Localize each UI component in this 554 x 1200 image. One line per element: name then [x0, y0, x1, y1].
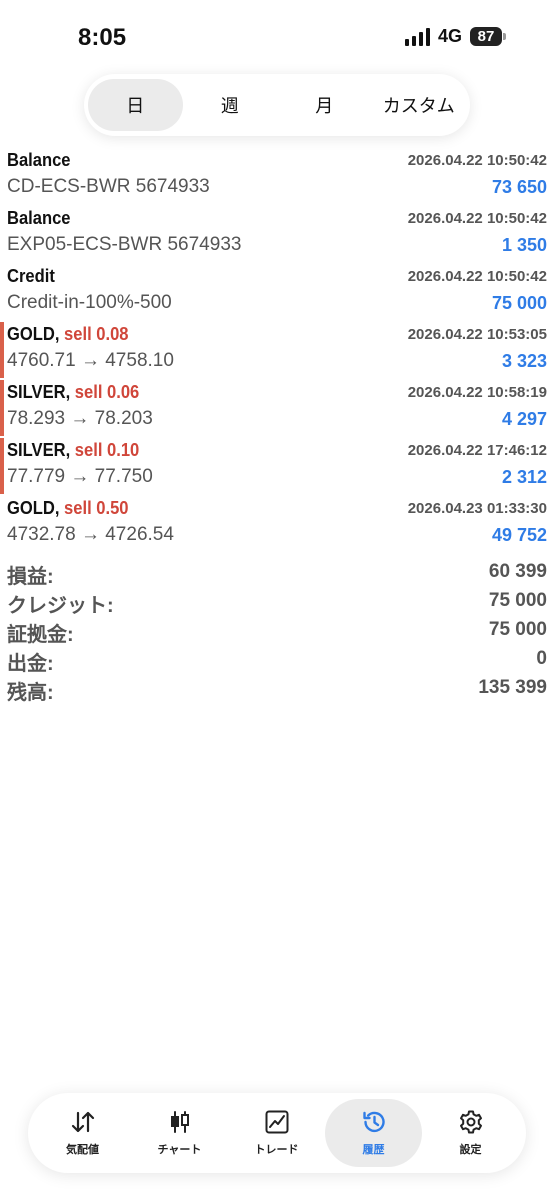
sell-action: sell 0.50 [64, 498, 129, 518]
sell-action: sell 0.10 [74, 440, 140, 460]
tab-day[interactable]: 日 [88, 79, 183, 131]
row-amount: 4 297 [501, 409, 547, 429]
summary-value: 135 399 [478, 677, 547, 698]
sell-action: sell 0.06 [74, 382, 140, 402]
status-indicators: 4G 87 [404, 26, 506, 47]
summary-value: 60 399 [488, 561, 547, 582]
row-amount: 1 350 [501, 235, 547, 255]
bottom-nav: 気配値 チャート トレード 履歴 設定 [28, 1093, 526, 1173]
tab-custom[interactable]: カスタム [372, 79, 467, 131]
nav-label: 設定 [459, 1144, 482, 1156]
row-title: Balance [7, 208, 71, 228]
summary-profit: 損益: 60 399 [0, 560, 554, 589]
cellular-signal-icon [404, 27, 430, 46]
summary-value: 0 [536, 648, 547, 669]
nav-settings[interactable]: 設定 [422, 1099, 519, 1167]
history-row[interactable]: GOLD, sell 0.08 2026.04.22 10:53:05 4760… [0, 320, 554, 378]
summary-value: 75 000 [488, 619, 547, 640]
history-row[interactable]: GOLD, sell 0.50 2026.04.23 01:33:30 4732… [0, 494, 554, 552]
row-detail: 78.293 → 78.203 [7, 408, 153, 429]
row-amount: 73 650 [491, 177, 547, 197]
row-datetime: 2026.04.22 10:50:42 [407, 210, 547, 227]
summary-section: 損益: 60 399 クレジット: 75 000 証拠金: 75 000 出金:… [0, 560, 554, 705]
row-datetime: 2026.04.22 10:50:42 [407, 268, 547, 285]
row-detail: Credit-in-100%-500 [7, 292, 172, 313]
summary-value: 75 000 [488, 590, 547, 611]
row-datetime: 2026.04.22 10:53:05 [407, 326, 547, 343]
row-amount: 3 323 [501, 351, 547, 371]
row-datetime: 2026.04.22 10:50:42 [407, 152, 547, 169]
status-bar: 8:05 4G 87 [0, 0, 554, 72]
nav-label: トレード [254, 1144, 299, 1156]
row-datetime: 2026.04.23 01:33:30 [407, 500, 547, 517]
row-datetime: 2026.04.22 17:46:12 [407, 442, 547, 459]
summary-label: 損益: [7, 566, 54, 588]
nav-label: 履歴 [362, 1144, 385, 1156]
row-detail: CD-ECS-BWR 5674933 [7, 176, 210, 197]
summary-credit: クレジット: 75 000 [0, 589, 554, 618]
row-amount: 49 752 [491, 525, 547, 545]
summary-deposit: 証拠金: 75 000 [0, 618, 554, 647]
nav-label: 気配値 [66, 1144, 99, 1156]
history-row[interactable]: SILVER, sell 0.06 2026.04.22 10:58:19 78… [0, 378, 554, 436]
row-title: Credit [7, 266, 55, 286]
candlestick-chart-icon [170, 1111, 189, 1133]
nav-trade[interactable]: トレード [228, 1099, 325, 1167]
nav-label: チャート [157, 1144, 202, 1156]
row-detail: EXP05-ECS-BWR 5674933 [7, 234, 242, 255]
nav-quotes[interactable]: 気配値 [34, 1099, 131, 1167]
row-detail: 4760.71 → 4758.10 [7, 350, 174, 371]
row-title: SILVER, sell 0.10 [7, 440, 140, 460]
status-time: 8:05 [78, 24, 127, 51]
row-detail: 77.779 → 77.750 [7, 466, 153, 487]
row-title: GOLD, sell 0.50 [7, 498, 129, 518]
history-list: Balance 2026.04.22 10:50:42 CD-ECS-BWR 5… [0, 146, 554, 552]
summary-withdrawal: 出金: 0 [0, 647, 554, 676]
network-type: 4G [437, 26, 462, 46]
history-clock-icon [362, 1111, 385, 1133]
row-title: Balance [7, 150, 71, 170]
nav-history[interactable]: 履歴 [325, 1099, 422, 1167]
row-title: GOLD, sell 0.08 [7, 324, 129, 344]
summary-label: 残高: [7, 682, 54, 704]
summary-label: 出金: [7, 653, 54, 675]
history-row[interactable]: Balance 2026.04.22 10:50:42 EXP05-ECS-BW… [0, 204, 554, 262]
trade-chart-icon [265, 1110, 288, 1134]
gear-icon [459, 1110, 482, 1134]
summary-label: 証拠金: [7, 624, 74, 646]
nav-chart[interactable]: チャート [131, 1099, 228, 1167]
quotes-arrows-icon [71, 1111, 94, 1133]
row-amount: 2 312 [501, 467, 547, 487]
sell-action: sell 0.08 [64, 324, 129, 344]
tab-month[interactable]: 月 [277, 79, 372, 131]
battery-icon: 87 [470, 27, 506, 46]
history-row[interactable]: Balance 2026.04.22 10:50:42 CD-ECS-BWR 5… [0, 146, 554, 204]
history-row[interactable]: Credit 2026.04.22 10:50:42 Credit-in-100… [0, 262, 554, 320]
row-amount: 75 000 [491, 293, 547, 313]
row-datetime: 2026.04.22 10:58:19 [407, 384, 547, 401]
summary-label: クレジット: [7, 595, 114, 617]
summary-balance: 残高: 135 399 [0, 676, 554, 705]
period-selector: 日 週 月 カスタム [84, 74, 470, 136]
row-detail: 4732.78 → 4726.54 [7, 524, 174, 545]
history-row[interactable]: SILVER, sell 0.10 2026.04.22 17:46:12 77… [0, 436, 554, 494]
tab-week[interactable]: 週 [183, 79, 278, 131]
row-title: SILVER, sell 0.06 [7, 382, 140, 402]
